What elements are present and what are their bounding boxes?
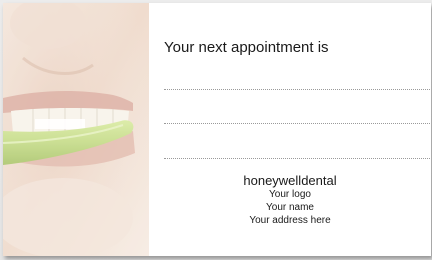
- appointment-headline: Your next appointment is: [164, 39, 329, 56]
- name-placeholder: Your name: [266, 202, 314, 213]
- logo-placeholder: Your logo: [269, 189, 311, 200]
- appointment-fill-line: [164, 158, 430, 159]
- smile-toothbrush-photo: [3, 3, 149, 256]
- page-background: Your next appointment is honeywelldental…: [0, 0, 432, 260]
- brand-name: honeywelldental: [243, 173, 337, 188]
- card-footer: honeywelldental Your logo Your name Your…: [149, 173, 431, 227]
- card-content: Your next appointment is honeywelldental…: [149, 3, 431, 256]
- appointment-fill-line: [164, 123, 430, 124]
- appointment-card: Your next appointment is honeywelldental…: [3, 3, 431, 256]
- appointment-fill-line: [164, 89, 430, 90]
- address-placeholder: Your address here: [249, 215, 331, 226]
